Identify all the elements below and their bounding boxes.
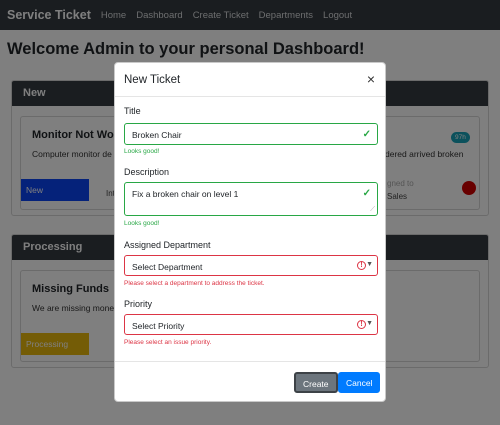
cancel-button[interactable]: Cancel (338, 372, 381, 393)
department-value: Select Department (132, 262, 203, 272)
department-select[interactable]: Select Department ! ▼ (124, 255, 378, 276)
priority-value: Select Priority (132, 321, 185, 331)
resize-grip-icon[interactable]: ⟋ (370, 206, 375, 214)
department-label: Assigned Department (124, 240, 211, 250)
error-icon: ! (357, 261, 366, 270)
chevron-down-icon: ▼ (366, 261, 373, 268)
description-feedback: Looks good! (124, 220, 160, 227)
title-label: Title (124, 106, 141, 116)
title-value: Broken Chair (132, 130, 182, 140)
priority-select[interactable]: Select Priority ! ▼ (124, 314, 378, 335)
modal-title: New Ticket (124, 74, 181, 86)
title-feedback: Looks good! (124, 148, 160, 155)
priority-error: Please select an issue priority. (124, 339, 212, 346)
modal-header: New Ticket × (115, 63, 385, 97)
check-icon: ✓ (362, 188, 371, 199)
description-value: Fix a broken chair on level 1 (132, 189, 239, 199)
department-error: Please select a department to address th… (124, 280, 265, 287)
close-icon[interactable]: × (367, 71, 375, 87)
chevron-down-icon: ▼ (366, 320, 373, 327)
create-button[interactable]: Create (294, 372, 338, 393)
description-label: Description (124, 167, 170, 177)
title-input[interactable]: Broken Chair ✓ (124, 123, 378, 145)
description-textarea[interactable]: Fix a broken chair on level 1 ✓ ⟋ (124, 182, 378, 216)
new-ticket-modal: New Ticket × Title Broken Chair ✓ Looks … (114, 62, 386, 402)
error-icon: ! (357, 320, 366, 329)
priority-label: Priority (124, 299, 153, 309)
check-icon: ✓ (362, 129, 371, 140)
modal-footer: Create Cancel (115, 361, 385, 402)
